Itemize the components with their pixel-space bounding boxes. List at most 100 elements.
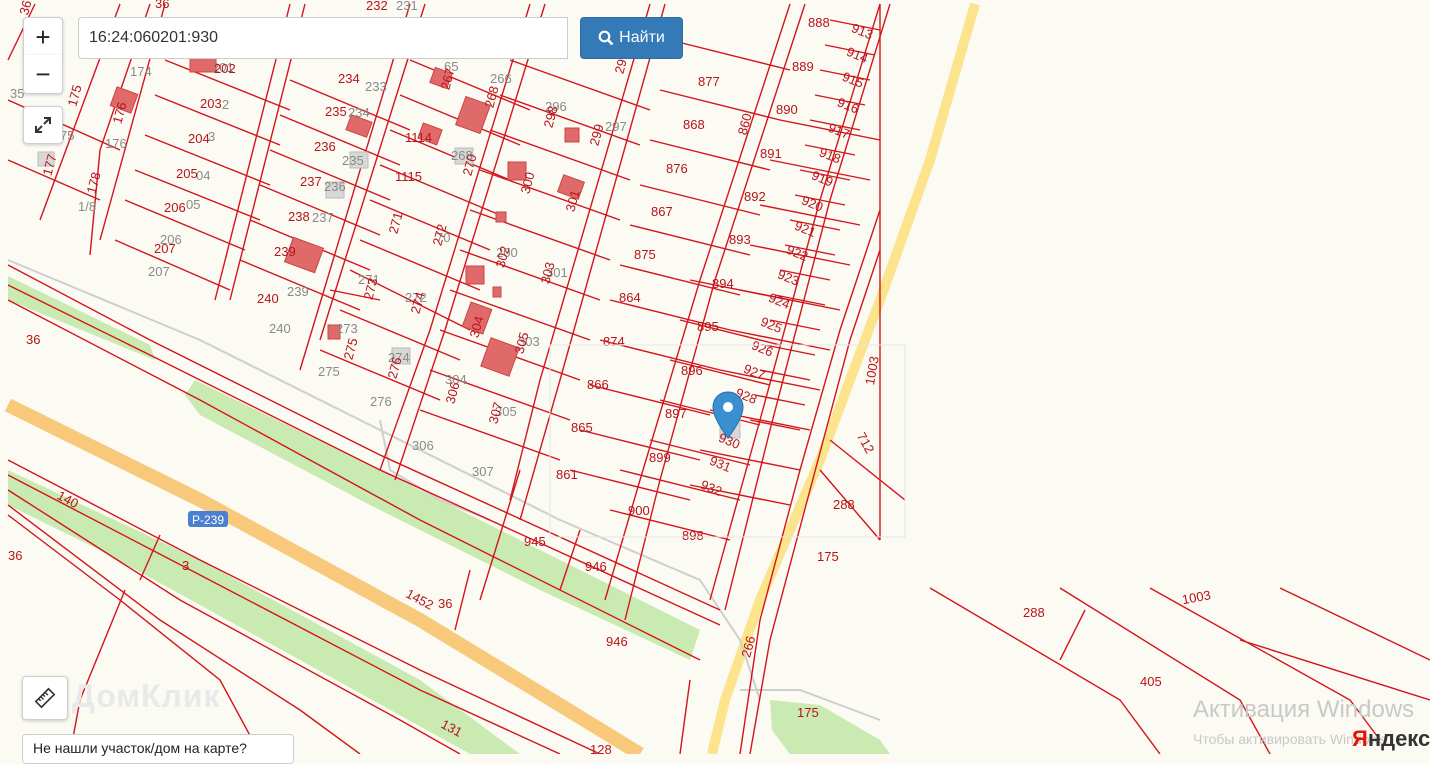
ruler-icon (34, 687, 56, 709)
parcel-label: 899 (649, 450, 671, 465)
svg-text:176: 176 (105, 136, 127, 151)
parcel-label: 307 (486, 400, 506, 425)
parcel-label: 288 (1023, 605, 1045, 620)
parcel-label: 3 (182, 558, 189, 573)
parcel-label: 36 (155, 0, 169, 11)
not-found-parcel-link[interactable]: Не нашли участок/дом на карте? (22, 734, 294, 764)
zoom-in-button[interactable]: + (23, 17, 63, 57)
cadastral-search-input[interactable] (78, 17, 568, 59)
search-button[interactable]: Найти (580, 17, 683, 59)
yandex-logo[interactable]: Яндекс (1352, 726, 1430, 752)
expand-icon (35, 117, 51, 133)
parcel-label: 175 (817, 549, 839, 564)
svg-text:231: 231 (396, 0, 418, 13)
svg-text:275: 275 (318, 364, 340, 379)
fullscreen-button[interactable] (23, 106, 63, 144)
parcel-label: 236 (314, 139, 336, 154)
parcel-label: 876 (666, 161, 688, 176)
parcel-label: 915 (840, 69, 866, 91)
svg-text:04: 04 (196, 168, 210, 183)
parcel-label: 866 (587, 377, 609, 392)
parcel-label: 128 (590, 742, 612, 754)
svg-text:1/8: 1/8 (78, 199, 96, 214)
parcel-label: 238 (288, 209, 310, 224)
parcel-label: 888 (808, 15, 830, 30)
search-icon (598, 30, 614, 46)
parcel-label: 288 (833, 497, 855, 512)
parcel-label: 175 (797, 705, 819, 720)
zoom-out-button[interactable]: − (23, 55, 63, 94)
parcel-label: 207 (154, 241, 176, 256)
svg-text:207: 207 (148, 264, 170, 279)
parcel-label: 860 (735, 112, 755, 137)
parcel-label: 924 (766, 290, 792, 312)
parcel-label: 178 (84, 170, 104, 195)
parcel-label: 1003 (1181, 587, 1212, 607)
parcel-label: 206 (164, 200, 186, 215)
parcel-label: 919 (810, 168, 836, 190)
svg-text:297: 297 (605, 119, 627, 134)
svg-text:240: 240 (269, 321, 291, 336)
road-label: Р-239 (188, 511, 228, 527)
parcel-label: 235 (325, 104, 347, 119)
parcel-label: 898 (682, 528, 704, 543)
svg-text:306: 306 (412, 438, 434, 453)
domclick-watermark: ДомКлик (72, 678, 221, 714)
parcel-label: 917 (826, 120, 852, 142)
parcel-label: 305 (512, 330, 532, 355)
parcel-label: 239 (274, 244, 296, 259)
parcel-label: 875 (634, 247, 656, 262)
parcel-label: 237 (300, 174, 322, 189)
svg-text:273: 273 (336, 321, 358, 336)
svg-text:235: 235 (342, 153, 364, 168)
parcel-label: 925 (758, 314, 784, 336)
svg-text:239: 239 (287, 284, 309, 299)
parcel-label: 865 (571, 420, 593, 435)
parcel-label: 203 (200, 96, 222, 111)
parcel-label: 240 (257, 291, 279, 306)
parcel-label: 926 (750, 338, 776, 360)
parcel-label: 891 (760, 146, 782, 161)
parcel-label: 861 (556, 467, 578, 482)
parcel-label: 946 (585, 559, 607, 574)
parcel-label: 712 (854, 430, 878, 456)
parcel-label: 913 (849, 20, 875, 42)
yandex-logo-first: Я (1352, 726, 1368, 751)
parcel-label: 946 (606, 634, 628, 649)
parcel-label: 895 (697, 319, 719, 334)
parcel-label: 204 (188, 131, 210, 146)
parcel-labels: 232 36 202 234 203 235 204 236 205 237 2… (8, 0, 1212, 754)
parcel-label: 1003 (862, 355, 882, 386)
cadastral-map[interactable]: 2012 233234 235236 237239 240271 272273 … (0, 0, 1430, 754)
search-button-label: Найти (619, 29, 665, 46)
parcel-label: 889 (792, 59, 814, 74)
parcel-label: 890 (776, 102, 798, 117)
svg-text:233: 233 (365, 79, 387, 94)
parcel-label: 874 (603, 334, 625, 349)
svg-text:237: 237 (312, 210, 334, 225)
parcel-label: 299 (587, 122, 607, 147)
parcel-boundaries (7, 3, 1430, 754)
svg-text:307: 307 (472, 464, 494, 479)
svg-text:Р-239: Р-239 (192, 513, 224, 527)
parcel-label: 918 (817, 144, 843, 166)
svg-text:276: 276 (370, 394, 392, 409)
parcel-label: 877 (698, 74, 720, 89)
parcel-label: 405 (1140, 674, 1162, 689)
parcel-label: 868 (683, 117, 705, 132)
parcel-label: 271 (386, 210, 406, 235)
ruler-button[interactable] (22, 676, 68, 720)
parcel-label: 232 (366, 0, 388, 13)
parcel-label: 1114 (405, 130, 432, 145)
svg-text:2: 2 (222, 97, 229, 112)
parcel-label: 234 (338, 71, 360, 86)
yandex-logo-rest: ндекс (1367, 726, 1430, 751)
parcel-label: 900 (628, 503, 650, 518)
parcel-label: 945 (524, 534, 546, 549)
parcel-label: 893 (729, 232, 751, 247)
windows-activation-title: Активация Windows (1193, 696, 1415, 723)
parcel-label: 36 (438, 596, 452, 611)
svg-text:234: 234 (348, 105, 370, 120)
parcel-label: 896 (681, 363, 703, 378)
parcel-label: 298 (541, 104, 561, 129)
